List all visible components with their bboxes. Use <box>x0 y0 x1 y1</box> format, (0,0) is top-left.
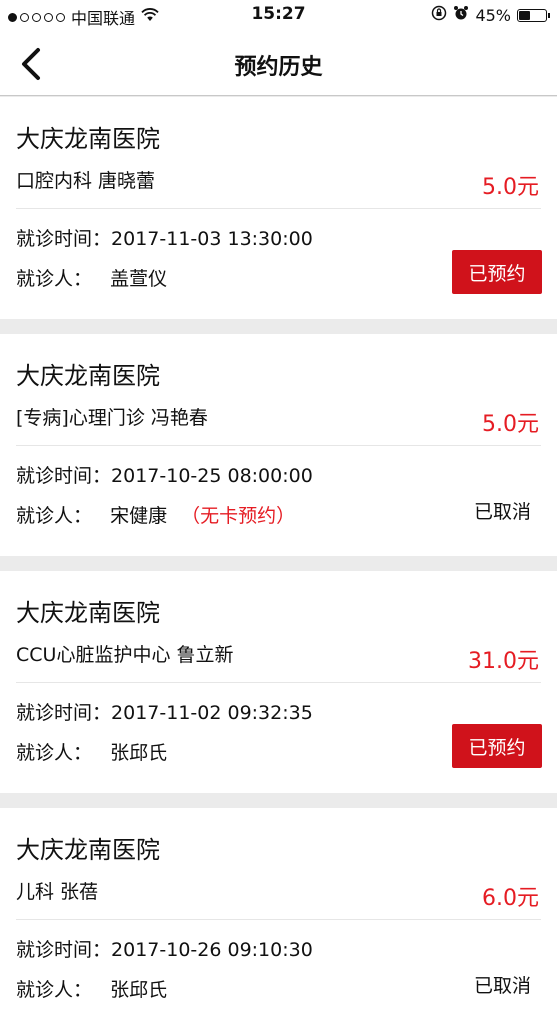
hospital-name: 大庆龙南医院 <box>16 836 160 864</box>
back-icon[interactable] <box>14 47 48 81</box>
visit-time-value: 2017-11-02 09:32:35 <box>111 702 313 724</box>
patient-label: 就诊人： <box>16 268 93 290</box>
no-card-note: （无卡预约） <box>181 505 296 527</box>
department-doctor: 儿科 张蓓 <box>16 881 99 903</box>
price: 31.0元 <box>468 649 539 674</box>
visit-time-row: 就诊时间：2017-10-25 08:00:00 <box>16 461 313 488</box>
record-card[interactable]: 大庆龙南医院 CCU心脏监护中心 鲁立新 31.0元 就诊时间：2017-11-… <box>0 571 557 793</box>
status-right: 45% <box>431 5 550 25</box>
battery-percent: 45% <box>475 5 511 25</box>
department-doctor: [专病]心理门诊 冯艳春 <box>16 407 208 429</box>
visit-time-row: 就诊时间：2017-11-02 09:32:35 <box>16 698 313 725</box>
visit-time-value: 2017-10-26 09:10:30 <box>111 939 313 961</box>
visit-time-label: 就诊时间： <box>16 228 112 250</box>
divider <box>16 208 541 209</box>
visit-time-label: 就诊时间： <box>16 939 112 961</box>
divider <box>16 445 541 446</box>
booked-status-button[interactable]: 已预约 <box>452 250 542 294</box>
record-card[interactable]: 大庆龙南医院 口腔内科 唐晓蕾 5.0元 就诊时间：2017-11-03 13:… <box>0 97 557 319</box>
patient-row: 就诊人： 宋健康 （无卡预约） <box>16 501 295 528</box>
divider <box>16 682 541 683</box>
patient-name: 盖萱仪 <box>110 268 168 290</box>
nav-bar: 预约历史 <box>0 33 557 96</box>
visit-time-label: 就诊时间： <box>16 702 112 724</box>
visit-time-row: 就诊时间：2017-10-26 09:10:30 <box>16 935 313 962</box>
status-bar: 中国联通 15:27 45% <box>0 0 557 33</box>
department-doctor: 口腔内科 唐晓蕾 <box>16 170 156 192</box>
patient-row: 就诊人： 张邱氏 <box>16 738 167 765</box>
department-doctor: CCU心脏监护中心 鲁立新 <box>16 644 234 666</box>
visit-time-row: 就诊时间：2017-11-03 13:30:00 <box>16 224 313 251</box>
record-card[interactable]: 大庆龙南医院 儿科 张蓓 6.0元 就诊时间：2017-10-26 09:10:… <box>0 808 557 1030</box>
hospital-name: 大庆龙南医院 <box>16 362 160 390</box>
price: 6.0元 <box>482 886 539 911</box>
patient-label: 就诊人： <box>16 979 93 1001</box>
battery-icon <box>517 8 550 22</box>
visit-time-value: 2017-10-25 08:00:00 <box>111 465 313 487</box>
patient-name: 张邱氏 <box>110 979 168 1001</box>
page-title: 预约历史 <box>234 55 323 80</box>
patient-label: 就诊人： <box>16 505 93 527</box>
rotation-lock-icon <box>431 5 447 25</box>
visit-time-label: 就诊时间： <box>16 465 112 487</box>
record-card[interactable]: 大庆龙南医院 [专病]心理门诊 冯艳春 5.0元 就诊时间：2017-10-25… <box>0 334 557 556</box>
price: 5.0元 <box>482 412 539 437</box>
patient-row: 就诊人： 盖萱仪 <box>16 264 167 291</box>
visit-time-value: 2017-11-03 13:30:00 <box>111 228 313 250</box>
price: 5.0元 <box>482 175 539 200</box>
patient-name: 宋健康 <box>110 505 168 527</box>
booked-status-button[interactable]: 已预约 <box>452 724 542 768</box>
patient-label: 就诊人： <box>16 742 93 764</box>
hospital-name: 大庆龙南医院 <box>16 125 160 153</box>
hospital-name: 大庆龙南医院 <box>16 599 160 627</box>
patient-name: 张邱氏 <box>110 742 168 764</box>
cancelled-status: 已取消 <box>473 501 531 523</box>
divider <box>16 919 541 920</box>
cancelled-status: 已取消 <box>473 975 531 997</box>
patient-row: 就诊人： 张邱氏 <box>16 975 167 1002</box>
alarm-icon <box>453 5 469 25</box>
